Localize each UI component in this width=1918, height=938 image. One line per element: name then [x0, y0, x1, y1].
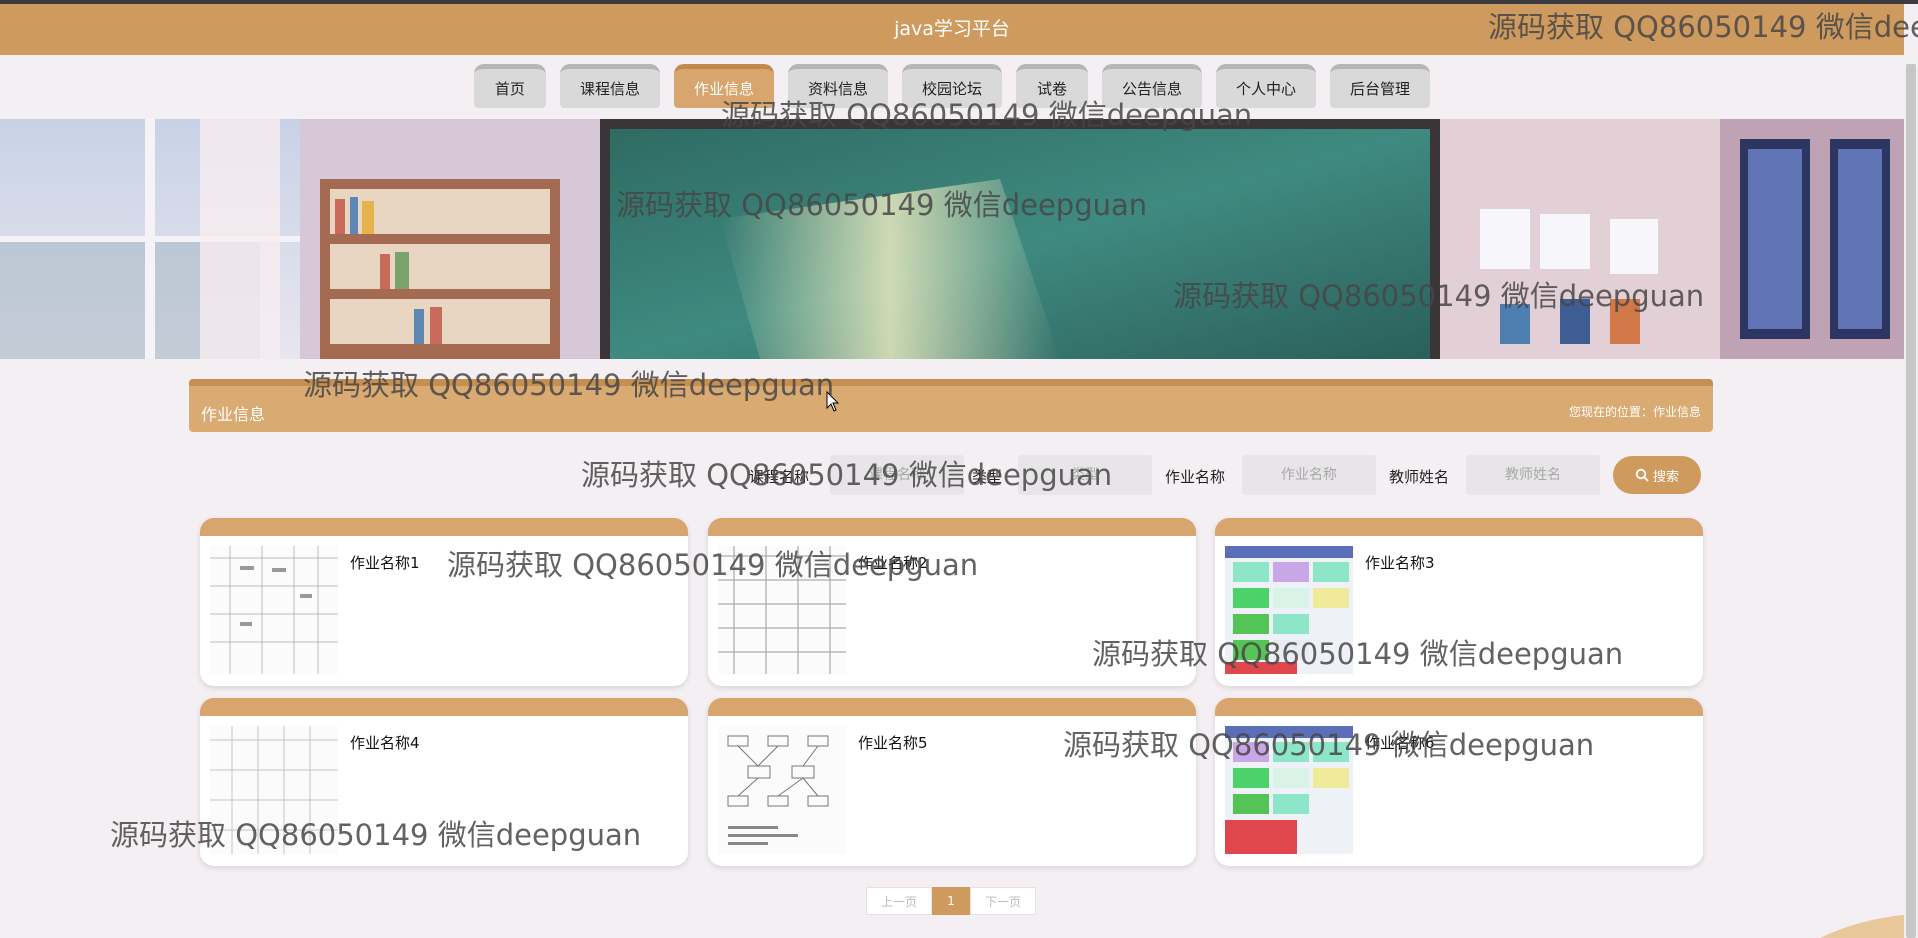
scrollbar-thumb[interactable] [1906, 64, 1916, 938]
course-name-label: 课程名称 [749, 468, 810, 486]
banner-image [0, 119, 1904, 359]
homework-name: 作业名称5 [858, 734, 928, 752]
section-title: 作业信息 [201, 405, 266, 424]
homework-name: 作业名称2 [858, 554, 928, 572]
nav-label: 作业信息 [693, 80, 754, 98]
type-label: 类型 [972, 468, 1003, 486]
teacher-name-label: 教师姓名 [1389, 468, 1450, 486]
homework-thumbnail [210, 546, 338, 674]
nav-label: 资料信息 [807, 80, 868, 98]
nav-notices[interactable]: 公告信息 [1102, 64, 1203, 108]
homework-card[interactable]: 作业名称1 [200, 518, 688, 686]
homework-thumbnail [1225, 726, 1353, 854]
corner-decoration-icon [1820, 915, 1904, 938]
homework-card[interactable]: 作业名称6 [1215, 698, 1703, 866]
type-input[interactable] [1018, 455, 1152, 495]
nav-label: 试卷 [1036, 80, 1067, 98]
nav-courses[interactable]: 课程信息 [559, 64, 660, 108]
homework-name-input[interactable] [1242, 455, 1376, 495]
nav-label: 后台管理 [1350, 80, 1411, 98]
homework-thumbnail [1225, 546, 1353, 674]
homework-card[interactable]: 作业名称3 [1215, 518, 1703, 686]
section-title-bar: 作业信息 您现在的位置：作业信息 [189, 379, 1713, 432]
search-button-label: 搜索 [1652, 469, 1679, 485]
mouse-pointer-icon [826, 391, 840, 412]
nav-home[interactable]: 首页 [473, 64, 546, 108]
nav-admin[interactable]: 后台管理 [1330, 64, 1431, 108]
nav-label: 首页 [494, 80, 525, 98]
next-page-button[interactable]: 下一页 [970, 887, 1036, 915]
nav-label: 校园论坛 [921, 80, 982, 98]
search-bar: 课程名称 类型 作业名称 教师姓名 搜索 [0, 453, 1904, 497]
nav-label: 公告信息 [1122, 80, 1183, 98]
homework-thumbnail [210, 726, 338, 854]
nav-forum[interactable]: 校园论坛 [901, 64, 1002, 108]
homework-card[interactable]: 作业名称4 [200, 698, 688, 866]
homework-name: 作业名称3 [1365, 554, 1435, 572]
nav-homework[interactable]: 作业信息 [673, 64, 774, 108]
nav-exams[interactable]: 试卷 [1016, 64, 1088, 108]
homework-thumbnail [718, 546, 846, 674]
search-icon [1635, 468, 1649, 482]
nav-materials[interactable]: 资料信息 [787, 64, 888, 108]
homework-name: 作业名称4 [350, 734, 420, 752]
homework-name: 作业名称6 [1365, 734, 1435, 752]
site-header: java学习平台 [0, 4, 1904, 55]
teacher-name-input[interactable] [1466, 455, 1600, 495]
homework-name-label: 作业名称 [1165, 468, 1226, 486]
course-name-input[interactable] [830, 455, 964, 495]
classroom-illustration [0, 119, 1904, 359]
breadcrumb-location: 您现在的位置：作业信息 [1568, 405, 1701, 419]
current-page-button[interactable]: 1 [932, 887, 970, 915]
pagination: 上一页 1 下一页 [866, 887, 1036, 915]
homework-name: 作业名称1 [350, 554, 420, 572]
nav-label: 个人中心 [1236, 80, 1297, 98]
nav-label: 课程信息 [579, 80, 640, 98]
search-button[interactable]: 搜索 [1613, 456, 1701, 494]
main-nav: 首页 课程信息 作业信息 资料信息 校园论坛 试卷 公告信息 个人中心 后台管理 [0, 64, 1904, 108]
prev-page-button[interactable]: 上一页 [866, 887, 932, 915]
nav-profile[interactable]: 个人中心 [1216, 64, 1317, 108]
homework-card[interactable]: 作业名称5 [708, 698, 1196, 866]
site-title: java学习平台 [894, 18, 1010, 40]
homework-thumbnail [718, 726, 846, 854]
homework-card[interactable]: 作业名称2 [708, 518, 1196, 686]
